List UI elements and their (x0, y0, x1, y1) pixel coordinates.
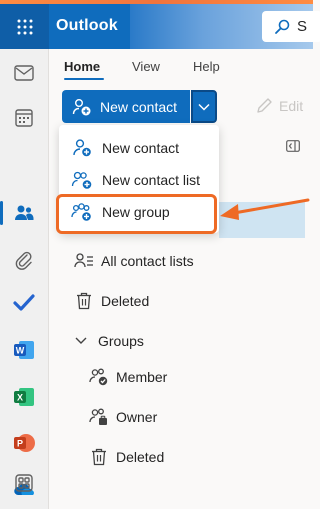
chevron-down-icon (70, 330, 92, 352)
svg-text:P: P (17, 439, 23, 449)
people-button[interactable] (12, 201, 36, 225)
add-person-icon (71, 137, 93, 159)
powerpoint-button[interactable]: P (12, 431, 36, 455)
nav-groups-owner[interactable]: Owner (88, 406, 157, 428)
active-indicator (0, 201, 3, 225)
nav-label: All contact lists (101, 253, 194, 269)
chevron-down-icon (198, 103, 210, 111)
files-button[interactable] (12, 248, 36, 272)
svg-text:X: X (17, 393, 23, 403)
nav-label: Member (116, 369, 168, 385)
left-rail: W X P (0, 49, 49, 509)
tab-view[interactable]: View (132, 59, 160, 74)
nav-all-contact-lists[interactable]: All contact lists (73, 250, 194, 272)
menu-item-new-contact-list[interactable]: New contact list (59, 164, 219, 196)
collapse-pane-icon (286, 140, 300, 152)
excel-icon: X (14, 388, 34, 406)
nav-label: Owner (116, 409, 158, 425)
svg-text:W: W (16, 346, 25, 356)
groups-header[interactable]: Groups (70, 330, 144, 352)
mail-icon (14, 65, 34, 81)
word-button[interactable]: W (12, 338, 36, 362)
people-icon (15, 205, 34, 220)
trash-icon (88, 446, 110, 468)
search-box[interactable]: S (262, 11, 320, 42)
group-owner-icon (88, 406, 110, 428)
edit-label: Edit (279, 98, 304, 114)
search-icon (275, 19, 290, 34)
collapse-pane-button[interactable] (286, 139, 300, 157)
trash-icon (73, 290, 95, 312)
tab-home[interactable]: Home (64, 59, 100, 74)
edit-pencil-icon (257, 98, 272, 113)
todo-button[interactable] (12, 291, 36, 315)
annotation-highlight-box (56, 194, 217, 234)
word-icon: W (14, 341, 34, 359)
add-person-icon (72, 98, 91, 115)
search-label: S (297, 18, 308, 35)
nav-groups-deleted[interactable]: Deleted (88, 446, 164, 468)
mail-button[interactable] (12, 61, 36, 85)
new-contact-button[interactable]: New contact (62, 90, 190, 123)
tab-home-underline (64, 78, 104, 80)
more-apps-button[interactable] (12, 471, 36, 495)
calendar-icon (15, 109, 33, 127)
new-contact-dropdown-button[interactable] (191, 90, 217, 123)
group-member-icon (88, 366, 110, 388)
tab-help[interactable]: Help (193, 59, 220, 74)
powerpoint-icon: P (14, 434, 35, 452)
annotation-arrow (220, 198, 310, 220)
nav-deleted[interactable]: Deleted (73, 290, 149, 312)
new-contact-label: New contact (100, 98, 178, 115)
app-name[interactable]: Outlook (56, 17, 118, 35)
menu-item-label: New contact list (102, 172, 201, 188)
nav-label: Deleted (116, 449, 165, 465)
excel-button[interactable]: X (12, 385, 36, 409)
app-launcher-button[interactable] (0, 4, 49, 49)
nav-groups-member[interactable]: Member (88, 366, 167, 388)
app-launcher-icon (17, 19, 32, 34)
groups-header-label: Groups (98, 333, 144, 349)
nav-label: Deleted (101, 293, 150, 309)
menu-item-new-contact[interactable]: New contact (59, 132, 219, 164)
attachment-icon (15, 251, 32, 270)
menu-item-label: New contact (102, 140, 180, 156)
contact-list-icon (73, 250, 95, 272)
edit-button[interactable]: Edit (255, 97, 303, 115)
todo-icon (13, 294, 35, 311)
more-apps-icon (15, 474, 33, 492)
add-people-icon (71, 169, 93, 191)
calendar-button[interactable] (12, 106, 36, 130)
